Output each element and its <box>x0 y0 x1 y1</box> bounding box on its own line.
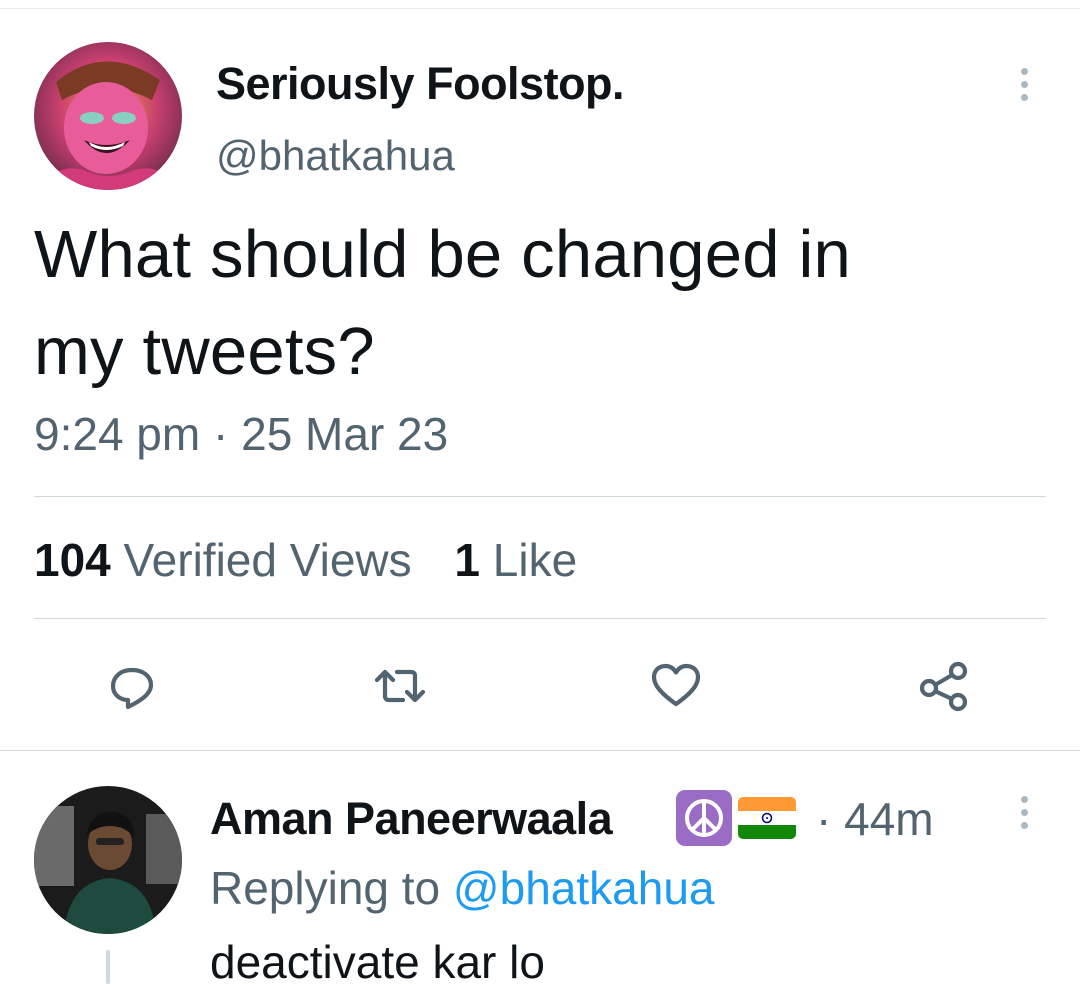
reply-icon <box>110 667 154 710</box>
likes-stat[interactable]: 1 Like <box>454 530 577 590</box>
heart-icon <box>651 663 701 707</box>
tweet-detail-view: Seriously Foolstop. @bhatkahua What shou… <box>0 0 1080 984</box>
author-name[interactable]: Seriously Foolstop. <box>216 57 625 111</box>
more-dot <box>1020 81 1028 88</box>
india-flag-icon <box>738 797 796 839</box>
author-avatar[interactable] <box>34 42 182 190</box>
share-button[interactable] <box>916 658 972 714</box>
like-button[interactable] <box>648 658 704 714</box>
more-dot <box>1020 94 1028 101</box>
retweet-icon <box>374 669 426 703</box>
more-dot <box>1020 796 1028 803</box>
reply-text: deactivate kar lo <box>210 936 545 984</box>
reply-author-badges <box>676 790 796 846</box>
more-dot <box>1020 68 1028 75</box>
reply-button[interactable] <box>104 658 160 714</box>
reply-author-name[interactable]: Aman Paneerwaala <box>210 792 613 846</box>
meta-separator: · <box>213 408 229 460</box>
divider <box>34 618 1046 619</box>
views-stat[interactable]: 104 Verified Views <box>34 530 412 590</box>
tweet-stats: 104 Verified Views 1 Like <box>34 530 577 590</box>
reply-time: 44m <box>844 793 934 845</box>
tweet-timestamp[interactable]: 9:24 pm · 25 Mar 23 <box>34 404 448 464</box>
tweet-date: 25 Mar 23 <box>241 408 449 460</box>
replying-to-handle-link[interactable]: @bhatkahua <box>453 862 715 914</box>
time-separator: · <box>816 793 832 845</box>
tweet-text: What should be changed in my tweets? <box>34 217 852 389</box>
more-dot <box>1020 809 1028 816</box>
divider <box>0 750 1080 751</box>
tweet-more-options-button[interactable] <box>1012 68 1036 101</box>
reply-more-options-button[interactable] <box>1012 796 1036 829</box>
likes-label: Like <box>492 534 578 586</box>
more-dot <box>1020 822 1028 829</box>
top-divider <box>0 8 1080 9</box>
peace-symbol-icon <box>676 790 732 846</box>
reply-author-avatar[interactable] <box>34 786 182 934</box>
thread-line <box>106 950 110 984</box>
reply-timestamp[interactable]: · 44m <box>816 792 934 846</box>
divider <box>34 496 1046 497</box>
share-icon <box>919 661 968 712</box>
replying-to: Replying to @bhatkahua <box>210 860 714 916</box>
views-count: 104 <box>34 534 111 586</box>
replying-to-label: Replying to <box>210 862 441 914</box>
retweet-button[interactable] <box>372 658 428 714</box>
views-label: Verified Views <box>123 534 412 586</box>
likes-count: 1 <box>454 534 480 586</box>
author-handle[interactable]: @bhatkahua <box>216 130 455 182</box>
tweet-time: 9:24 pm <box>34 408 201 460</box>
